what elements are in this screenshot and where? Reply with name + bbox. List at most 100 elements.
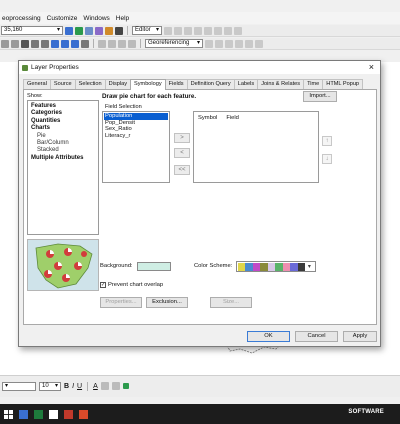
app-icon <box>64 409 73 419</box>
move-up-icon[interactable]: ↑ <box>322 136 332 146</box>
map-scale-combo[interactable]: 35,160 ▾ <box>1 26 63 35</box>
chevron-down-icon: ▾ <box>54 382 58 389</box>
identify-icon[interactable] <box>61 39 69 48</box>
georeferencing-label: Georeferencing <box>148 40 190 46</box>
split-icon[interactable] <box>194 26 202 35</box>
tab-selection[interactable]: Selection <box>74 79 106 89</box>
tab-joins-relates[interactable]: Joins & Relates <box>257 79 305 89</box>
taskbar-app-3[interactable] <box>62 408 75 421</box>
properties-button[interactable]: Properties... <box>100 297 142 308</box>
prevent-overlap-checkbox[interactable]: ✓ <box>100 282 106 288</box>
arcmap-icon[interactable] <box>65 26 73 35</box>
field-item-population[interactable]: Population <box>104 113 168 120</box>
field-selection-list: Population Pop_Densit Sex_Ratio Literacy… <box>102 111 170 183</box>
start-button[interactable] <box>2 408 15 421</box>
taskbar-app-2[interactable] <box>47 408 60 421</box>
layout-icon[interactable] <box>108 39 116 48</box>
move-down-icon[interactable]: ↓ <box>322 154 332 164</box>
shift-raster-icon[interactable] <box>225 39 233 48</box>
font-size-combo[interactable]: 10 ▾ <box>39 381 61 391</box>
tab-source[interactable]: Source <box>49 79 76 89</box>
tree-item-bar-column[interactable]: Bar/Column <box>31 140 95 147</box>
taskbar-app-4[interactable] <box>77 408 90 421</box>
select-icon[interactable] <box>51 39 59 48</box>
add-control-points-icon[interactable] <box>235 39 243 48</box>
bold-button[interactable]: B <box>64 383 69 390</box>
tree-item-charts[interactable]: Charts <box>31 125 95 132</box>
field-item-sex-ratio[interactable]: Sex_Ratio <box>104 126 168 133</box>
field-item-pop-densit[interactable]: Pop_Densit <box>104 120 168 127</box>
menu-item-help[interactable]: Help <box>116 15 129 22</box>
viewer-icon[interactable] <box>255 39 263 48</box>
attributes-icon[interactable] <box>214 26 222 35</box>
ok-button[interactable]: OK <box>247 331 290 342</box>
taskbar-app-1[interactable] <box>17 408 30 421</box>
editor-menu[interactable]: Editor ▾ <box>132 26 162 35</box>
menu-item-windows[interactable]: Windows <box>83 15 109 22</box>
marker-color-icon[interactable] <box>122 383 129 389</box>
menu-item-geoprocessing[interactable]: eoprocessing <box>2 15 41 22</box>
remove-all-fields-button[interactable]: << <box>174 165 190 175</box>
tab-symbology[interactable]: Symbology <box>130 79 166 90</box>
apply-button[interactable]: Apply <box>343 331 377 342</box>
line-color-icon[interactable] <box>111 382 120 390</box>
add-field-button[interactable]: > <box>174 133 190 143</box>
font-name-combo[interactable]: ▾ <box>2 381 36 391</box>
remove-field-button[interactable]: < <box>174 148 190 158</box>
taskbar-app-excel[interactable] <box>32 408 45 421</box>
catalog-icon[interactable] <box>85 26 93 35</box>
vertex-icon[interactable] <box>184 26 192 35</box>
full-extent-icon[interactable] <box>31 39 39 48</box>
georef-layer-icon[interactable] <box>205 39 213 48</box>
tab-html-popup[interactable]: HTML Popup <box>322 79 364 89</box>
font-color-button[interactable]: A <box>93 383 98 390</box>
underline-button[interactable]: U <box>77 383 82 390</box>
import-button[interactable]: Import... <box>303 91 337 102</box>
effects-icon[interactable] <box>128 39 136 48</box>
edit-tool-icon[interactable] <box>164 26 172 35</box>
tab-definition-query[interactable]: Definition Query <box>186 79 235 89</box>
tab-general[interactable]: General <box>23 79 51 89</box>
tab-fields[interactable]: Fields <box>164 79 188 89</box>
background-color-button[interactable] <box>137 262 171 271</box>
georeferencing-menu[interactable]: Georeferencing ▾ <box>145 39 203 48</box>
toolbox-icon[interactable] <box>105 26 113 35</box>
table-icon[interactable] <box>75 26 83 35</box>
fill-color-icon[interactable] <box>100 382 109 390</box>
tree-item-stacked[interactable]: Stacked <box>31 147 95 154</box>
layer-icon[interactable] <box>98 39 106 48</box>
tree-item-categories[interactable]: Categories <box>31 110 95 117</box>
zoom-in-icon[interactable] <box>1 39 9 48</box>
sketch-props-icon[interactable] <box>224 26 232 35</box>
rotate-raster-icon[interactable] <box>215 39 223 48</box>
tree-item-pie[interactable]: Pie <box>31 133 95 140</box>
python-icon[interactable] <box>115 26 123 35</box>
find-icon[interactable] <box>71 39 79 48</box>
rotate-icon[interactable] <box>204 26 212 35</box>
zoom-out-icon[interactable] <box>11 39 19 48</box>
size-button[interactable]: Size... <box>210 297 252 308</box>
pan-icon[interactable] <box>21 39 29 48</box>
close-icon[interactable]: × <box>369 62 374 72</box>
tab-time[interactable]: Time <box>303 79 324 89</box>
tree-item-features[interactable]: Features <box>31 103 95 110</box>
exclusion-button[interactable]: Exclusion... <box>146 297 188 308</box>
swipe-icon[interactable] <box>118 39 126 48</box>
measure-icon[interactable] <box>81 39 89 48</box>
search-window-icon[interactable] <box>95 26 103 35</box>
create-features-icon[interactable] <box>234 26 242 35</box>
color-scheme-dropdown[interactable]: ▾ <box>236 261 316 272</box>
sketch-tool-icon[interactable] <box>174 26 182 35</box>
tab-display[interactable]: Display <box>104 79 131 89</box>
field-item-literacy-r[interactable]: Literacy_r <box>104 133 168 140</box>
symbol-field-list[interactable]: Symbol Field <box>193 111 319 183</box>
fixed-zoom-icon[interactable] <box>41 39 49 48</box>
italic-button[interactable]: I <box>72 383 74 390</box>
dialog-title-bar[interactable]: Layer Properties <box>19 61 380 74</box>
menu-item-customize[interactable]: Customize <box>47 15 78 22</box>
tab-labels[interactable]: Labels <box>233 79 259 89</box>
cancel-button[interactable]: Cancel <box>295 331 338 342</box>
link-table-icon[interactable] <box>245 39 253 48</box>
tree-item-quantities[interactable]: Quantities <box>31 118 95 125</box>
tree-item-multiple-attributes[interactable]: Multiple Attributes <box>31 155 95 162</box>
